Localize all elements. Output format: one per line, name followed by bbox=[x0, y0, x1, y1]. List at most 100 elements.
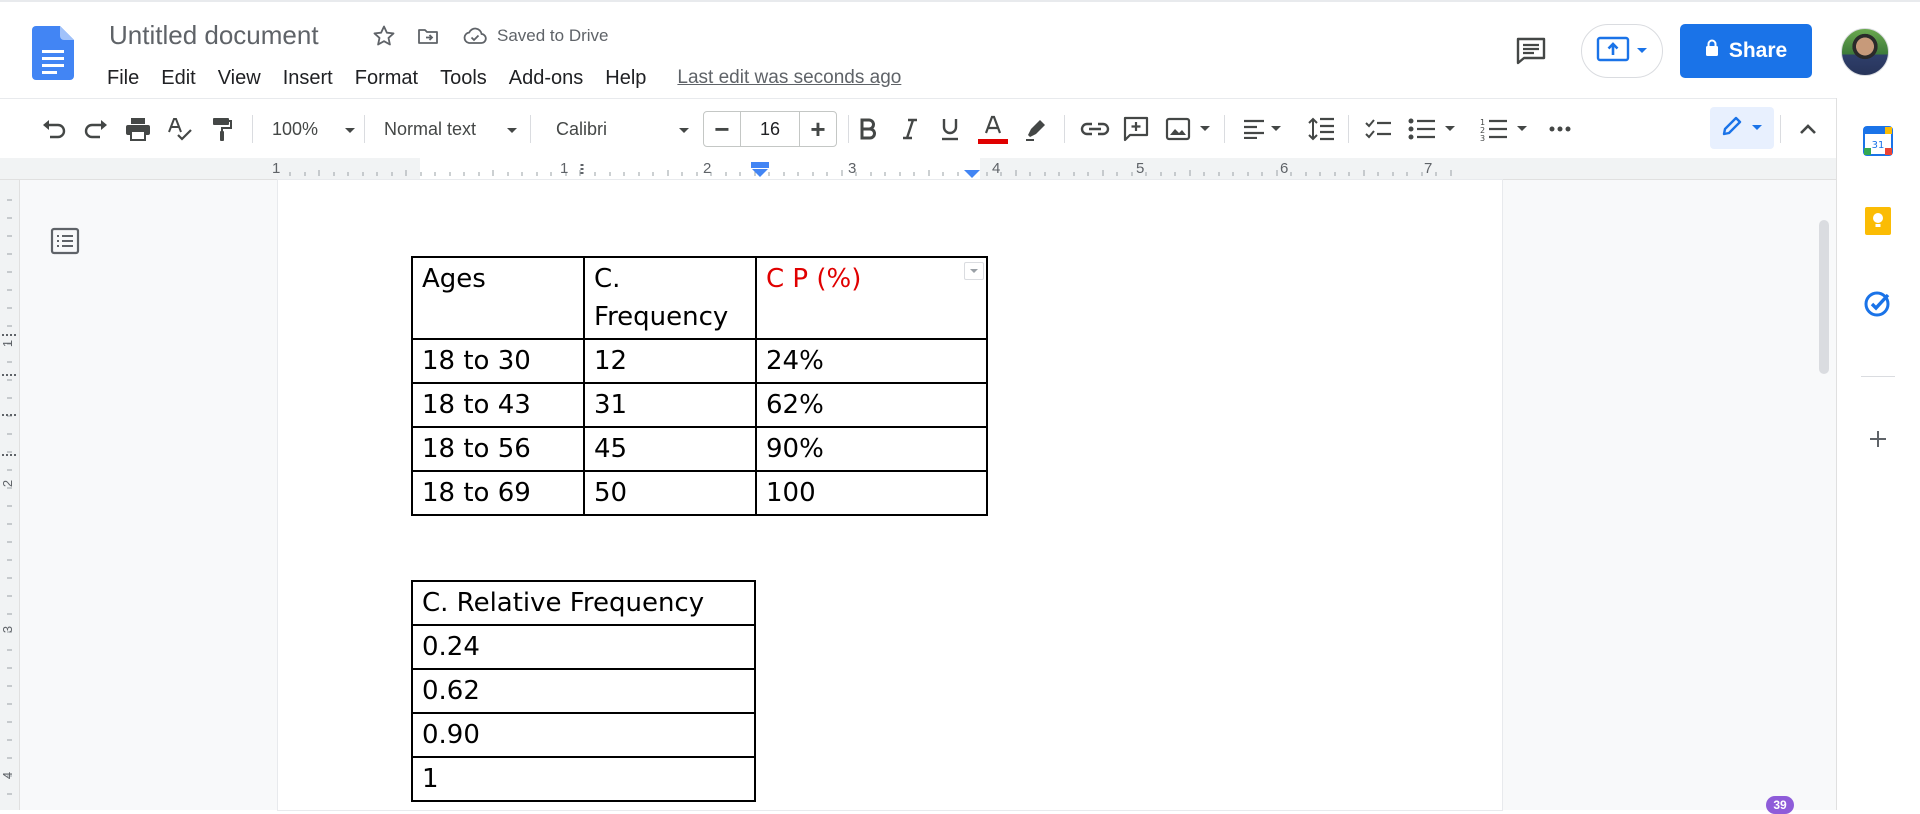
scrollbar-thumb[interactable] bbox=[1819, 220, 1829, 374]
move-to-folder-icon[interactable] bbox=[414, 22, 442, 50]
line-spacing-icon[interactable] bbox=[1306, 111, 1338, 147]
print-icon[interactable] bbox=[122, 111, 154, 147]
link-icon[interactable] bbox=[1078, 111, 1112, 147]
checklist-icon[interactable] bbox=[1362, 111, 1394, 147]
cloud-done-icon[interactable] bbox=[461, 22, 489, 50]
cell-menu-icon[interactable] bbox=[964, 262, 984, 280]
table-cell[interactable]: 18 to 56 bbox=[411, 426, 585, 472]
collapse-icon[interactable] bbox=[1792, 111, 1824, 147]
table-cell[interactable]: 62% bbox=[755, 382, 988, 428]
menu-edit[interactable]: Edit bbox=[150, 67, 206, 90]
table-cell[interactable]: 100 bbox=[755, 470, 988, 516]
table-header-line: Frequency bbox=[594, 302, 729, 332]
add-icon[interactable] bbox=[1861, 422, 1895, 456]
relative-frequency-table[interactable]: C. Relative Frequency 0.24 0.62 0.90 1 bbox=[411, 580, 756, 802]
share-button[interactable]: Share bbox=[1680, 24, 1812, 78]
table-row: 0.24 bbox=[411, 624, 756, 670]
table-cell[interactable]: 18 to 30 bbox=[411, 338, 585, 384]
italic-icon[interactable] bbox=[894, 111, 926, 147]
menu-format[interactable]: Format bbox=[344, 67, 429, 90]
table-row: 18 to 43 31 62% bbox=[411, 382, 988, 428]
menu-tools[interactable]: Tools bbox=[429, 67, 498, 90]
keep-icon[interactable] bbox=[1861, 204, 1895, 238]
docs-logo-icon[interactable] bbox=[32, 26, 74, 80]
menu-help[interactable]: Help bbox=[594, 67, 657, 90]
ruler-label: 5 bbox=[1136, 160, 1145, 177]
menu-file[interactable]: File bbox=[96, 67, 150, 90]
horizontal-ruler[interactable]: 1 1 2 3 4 5 6 7 bbox=[0, 158, 1836, 180]
table-cell[interactable]: 45 bbox=[583, 426, 757, 472]
calendar-icon[interactable]: 31 bbox=[1861, 124, 1895, 158]
table-cell[interactable]: 50 bbox=[583, 470, 757, 516]
notification-badge[interactable]: 39 bbox=[1766, 796, 1794, 814]
chevron-down-icon bbox=[1751, 119, 1763, 137]
table-header-cell[interactable]: Ages bbox=[411, 256, 585, 340]
table-cell[interactable]: 90% bbox=[755, 426, 988, 472]
menu-bar: File Edit View Insert Format Tools Add-o… bbox=[96, 64, 901, 92]
increase-font-size-button[interactable]: + bbox=[800, 112, 836, 146]
edit-mode-icon bbox=[1721, 115, 1743, 142]
toolbar-divider bbox=[252, 115, 253, 143]
star-icon[interactable] bbox=[370, 22, 398, 50]
bullet-list-icon[interactable] bbox=[1406, 111, 1458, 147]
more-icon[interactable] bbox=[1544, 111, 1576, 147]
highlight-icon[interactable] bbox=[1020, 111, 1052, 147]
font-select[interactable]: Calibri bbox=[544, 111, 690, 147]
paint-format-icon[interactable] bbox=[206, 111, 238, 147]
numbered-list-icon[interactable]: 123 bbox=[1478, 111, 1530, 147]
table-cell[interactable]: 24% bbox=[755, 338, 988, 384]
style-select[interactable]: Normal text bbox=[376, 111, 518, 147]
table-cell[interactable]: 31 bbox=[583, 382, 757, 428]
comment-add-icon[interactable] bbox=[1120, 111, 1152, 147]
bold-icon[interactable] bbox=[852, 111, 884, 147]
table-header-cell[interactable]: C P (%) bbox=[755, 256, 988, 340]
font-value: Calibri bbox=[556, 118, 608, 139]
table-row: 18 to 56 45 90% bbox=[411, 426, 988, 472]
menu-insert[interactable]: Insert bbox=[272, 67, 344, 90]
vertical-ruler-label: 4 bbox=[0, 771, 16, 780]
table-cell[interactable]: 18 to 69 bbox=[411, 470, 585, 516]
chevron-down-icon bbox=[344, 119, 356, 140]
vertical-ruler[interactable]: 1 2 3 4 bbox=[0, 180, 20, 810]
text-color-icon[interactable] bbox=[976, 111, 1010, 147]
underline-icon[interactable] bbox=[934, 111, 966, 147]
editing-mode-button[interactable] bbox=[1710, 107, 1774, 149]
calendar-day: 31 bbox=[1872, 140, 1885, 151]
chevron-down-icon[interactable] bbox=[1636, 42, 1648, 60]
table-cell[interactable]: 1 bbox=[411, 756, 756, 802]
present-button[interactable] bbox=[1581, 24, 1663, 78]
table-row: 0.90 bbox=[411, 712, 756, 758]
vertical-ruler-label: 2 bbox=[0, 479, 16, 488]
document-title[interactable]: Untitled document bbox=[107, 20, 321, 51]
zoom-select[interactable]: 100% bbox=[264, 111, 356, 147]
side-panel: 31 bbox=[1836, 98, 1920, 810]
table-cell[interactable]: 0.24 bbox=[411, 624, 756, 670]
table-cell[interactable]: 0.90 bbox=[411, 712, 756, 758]
undo-icon[interactable] bbox=[38, 111, 70, 147]
align-icon[interactable] bbox=[1236, 111, 1288, 147]
menu-addons[interactable]: Add-ons bbox=[498, 67, 595, 90]
saved-status: Saved to Drive bbox=[497, 26, 609, 45]
table-cell[interactable]: 0.62 bbox=[411, 668, 756, 714]
table-row: C. Relative Frequency bbox=[411, 580, 756, 626]
image-icon[interactable] bbox=[1162, 111, 1214, 147]
cumulative-frequency-table[interactable]: Ages C. Frequency C P (%) 18 to 30 12 24… bbox=[411, 256, 988, 516]
font-size-input[interactable]: 16 bbox=[740, 112, 800, 146]
table-cell[interactable]: 18 to 43 bbox=[411, 382, 585, 428]
document-outline-icon[interactable] bbox=[48, 224, 82, 258]
table-header-cell[interactable]: C. Frequency bbox=[583, 256, 757, 340]
last-edit-link[interactable]: Last edit was seconds ago bbox=[677, 67, 901, 89]
ruler-label: 1 bbox=[272, 160, 281, 177]
ruler-label: 6 bbox=[1280, 160, 1289, 177]
menu-view[interactable]: View bbox=[207, 67, 272, 90]
decrease-font-size-button[interactable]: − bbox=[704, 112, 740, 146]
table-header-cell[interactable]: C. Relative Frequency bbox=[411, 580, 756, 626]
table-cell[interactable]: 12 bbox=[583, 338, 757, 384]
header-bar: Untitled document Saved to Drive File Ed… bbox=[0, 0, 1920, 98]
spellcheck-icon[interactable] bbox=[164, 111, 196, 147]
lock-icon bbox=[1705, 39, 1719, 63]
avatar[interactable] bbox=[1841, 28, 1889, 76]
redo-icon[interactable] bbox=[80, 111, 112, 147]
comment-history-icon[interactable] bbox=[1510, 30, 1552, 72]
tasks-icon[interactable] bbox=[1861, 286, 1895, 320]
